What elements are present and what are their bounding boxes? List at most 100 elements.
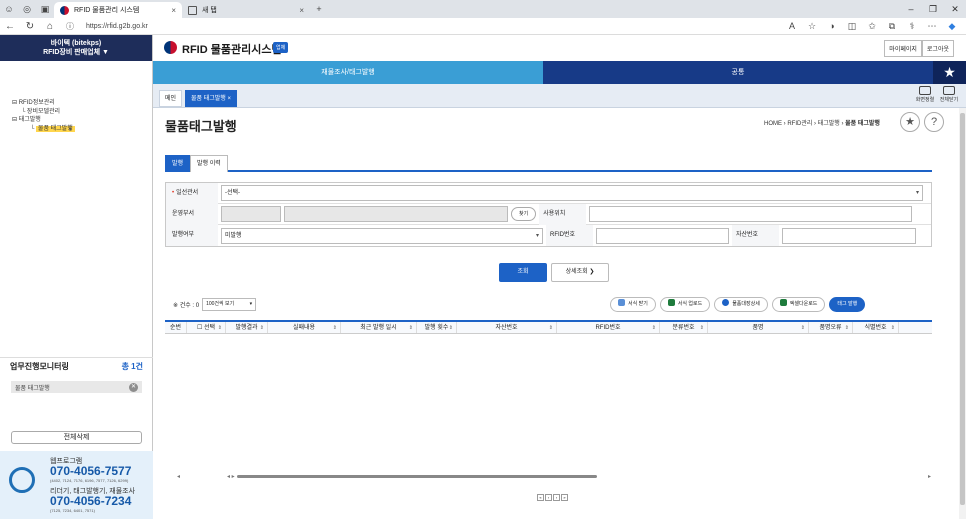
opdept-code-field[interactable]	[221, 206, 281, 222]
bookmark-star-icon[interactable]: ★	[900, 112, 920, 132]
opdept-name-field[interactable]	[284, 206, 508, 222]
vertical-scrollbar[interactable]	[959, 108, 966, 519]
col-item-name[interactable]: 품명 ⇕	[708, 322, 809, 333]
minimize-icon[interactable]: –	[900, 4, 922, 15]
help-icon[interactable]: ?	[924, 112, 944, 132]
vertical-scroll-thumb[interactable]	[960, 113, 965, 505]
form-upload-button[interactable]: 서식 업로드	[659, 297, 711, 312]
user-box[interactable]: 바이텍 (bitekps) RFID장비 판매업체 ▼	[0, 35, 152, 61]
performance-icon[interactable]: ⚕	[902, 21, 922, 32]
restore-icon[interactable]: ❐	[922, 4, 944, 15]
site-info-icon[interactable]: ⓘ	[60, 21, 80, 32]
col-issue-result[interactable]: 발행결과 ⇕	[226, 322, 268, 333]
mypage-button[interactable]: 마이페이지	[884, 40, 922, 57]
col-issue-count[interactable]: 발행 횟수 ⇕	[417, 322, 457, 333]
excel-download-button[interactable]: 엑셀다운로드	[771, 297, 826, 312]
menu-item-common[interactable]: 공통	[543, 61, 933, 84]
read-aloud-icon[interactable]: A	[782, 21, 802, 32]
prev-page-icon[interactable]: ‹	[545, 494, 552, 501]
close-all-button[interactable]: 전체닫기	[938, 86, 960, 103]
browser-tab-active[interactable]: RFID 물품관리 시스템 ×	[54, 2, 182, 18]
url-text[interactable]: https://rfid.g2b.go.kr	[86, 23, 148, 30]
dept-select[interactable]: -선택-	[221, 185, 923, 201]
issued-select[interactable]: 미발행	[221, 227, 543, 244]
refresh-icon[interactable]: ↻	[20, 21, 40, 32]
tab-issue-history[interactable]: 발행 이력	[190, 155, 228, 172]
first-page-icon[interactable]: «	[537, 494, 544, 501]
scroll-left-step-icon[interactable]: ◂ ▸	[227, 473, 235, 480]
favorite-icon[interactable]: ☆	[802, 21, 822, 32]
col-id-no[interactable]: 식별번호 ⇕	[853, 322, 899, 333]
tab-actions-icon[interactable]: ▣	[36, 0, 54, 18]
rfid-field[interactable]	[596, 227, 729, 244]
col-seq[interactable]: 순번	[165, 322, 187, 333]
more-icon[interactable]: ⋯	[922, 21, 942, 32]
page-size-select[interactable]: 100건씩 보기	[202, 298, 257, 311]
home-icon[interactable]: ⌂	[40, 21, 60, 32]
tab-goods-tag-issue[interactable]: 물품 태그발행 ×	[185, 90, 237, 107]
remove-icon[interactable]: ✕	[129, 382, 138, 392]
app-title[interactable]: RFID 물품관리시스템	[182, 41, 282, 57]
page-title: 물품태그발행	[165, 119, 237, 134]
favorites-bar-icon[interactable]: ✩	[862, 21, 882, 32]
logout-button[interactable]: 로그아웃	[921, 40, 954, 57]
scroll-thumb[interactable]	[237, 475, 597, 478]
browser-tab-new[interactable]: 새 탭 ×	[182, 2, 310, 18]
delete-all-button[interactable]: 전체삭제	[11, 431, 142, 444]
arrange-icon	[919, 86, 931, 95]
col-asset-no[interactable]: 자산번호 ⇕	[457, 322, 557, 333]
app-header: RFID 물품관리시스템 업체 마이페이지 로그아웃	[153, 35, 966, 61]
support-phone-1: 070-4056-7577	[50, 464, 132, 478]
horizontal-scrollbar[interactable]: ◂ ◂ ▸ ▸	[177, 473, 931, 481]
scroll-right-icon[interactable]: ▸	[928, 473, 931, 480]
tree-item-rfid-info[interactable]: ⊟ RFID정보관리	[12, 99, 152, 108]
tree-item-device-model[interactable]: └ 장비모델관리	[12, 108, 152, 117]
location-field[interactable]	[589, 206, 913, 222]
window-controls: – ❐ ✕	[900, 4, 966, 15]
split-screen-icon[interactable]: ◫	[842, 21, 862, 32]
col-last-issue-date[interactable]: 최근 발행 일시 ⇕	[341, 322, 417, 333]
tag-issue-button[interactable]: 태그 발행	[829, 297, 866, 312]
col-fail-reason[interactable]: 실패내용 ⇕	[268, 322, 341, 333]
close-tab-icon[interactable]: ×	[299, 6, 304, 15]
col-name-error[interactable]: 품명오류 ⇕	[809, 322, 853, 333]
menu-item-inventory[interactable]: 재물조사/태그발행	[153, 61, 543, 84]
check-icon	[722, 299, 730, 306]
tree-item-goods-tag-issue[interactable]: └ 물품 태그발행	[12, 125, 152, 134]
tab-issue[interactable]: 발행	[165, 155, 191, 172]
tree-item-tag-issue[interactable]: ⊟ 태그발행	[12, 116, 152, 125]
close-window-icon[interactable]: ✕	[944, 4, 966, 15]
extension-icon[interactable]: ◑	[822, 21, 842, 32]
collections-icon[interactable]: ⧉	[882, 21, 902, 32]
close-tab-icon[interactable]: ×	[171, 6, 176, 15]
workspaces-icon[interactable]: ◎	[18, 0, 36, 18]
result-grid-header: 순번 ☐ 선택 ⇕ 발행결과 ⇕ 실패내용 ⇕ 최근 발행 일시 ⇕ 발행 횟수 ⇕ 자산…	[165, 320, 932, 334]
next-page-icon[interactable]: ›	[553, 494, 560, 501]
tab-main[interactable]: 메인	[159, 90, 183, 107]
favorites-star-icon[interactable]: ★	[933, 61, 966, 84]
browser-tab-title: RFID 물품관리 시스템	[74, 7, 140, 14]
arrange-screen-button[interactable]: 화면정렬	[914, 86, 936, 103]
new-tab-icon	[188, 5, 197, 15]
profile-icon[interactable]: ☺	[0, 0, 18, 18]
search-button[interactable]: 조회	[499, 263, 547, 282]
detail-search-button[interactable]: 상세조회 ❯	[551, 263, 609, 282]
headset-icon	[9, 467, 35, 493]
back-icon[interactable]: ←	[0, 21, 20, 32]
asset-field[interactable]	[782, 227, 916, 244]
col-rfid-no[interactable]: RFID번호 ⇕	[557, 322, 660, 333]
monitor-item[interactable]: 물품 태그발행 ✕	[11, 381, 142, 393]
close-all-icon	[943, 86, 955, 95]
add-tab-icon[interactable]: +	[310, 0, 328, 18]
scroll-left-icon[interactable]: ◂	[177, 474, 180, 480]
find-button[interactable]: 찾기	[511, 207, 537, 221]
opdept-label: 운영부서	[166, 203, 218, 225]
last-page-icon[interactable]: »	[561, 494, 568, 501]
result-count: ※ 건수 : 0	[173, 303, 200, 309]
form-download-button[interactable]: 서식 받기	[610, 297, 656, 312]
copilot-icon[interactable]: ◆	[942, 21, 962, 32]
user-role[interactable]: RFID장비 판매업체 ▼	[0, 48, 152, 57]
col-select[interactable]: ☐ 선택 ⇕	[187, 322, 226, 333]
col-class-no[interactable]: 분류번호 ⇕	[660, 322, 708, 333]
target-detail-button[interactable]: 물품대장상세	[714, 297, 768, 312]
